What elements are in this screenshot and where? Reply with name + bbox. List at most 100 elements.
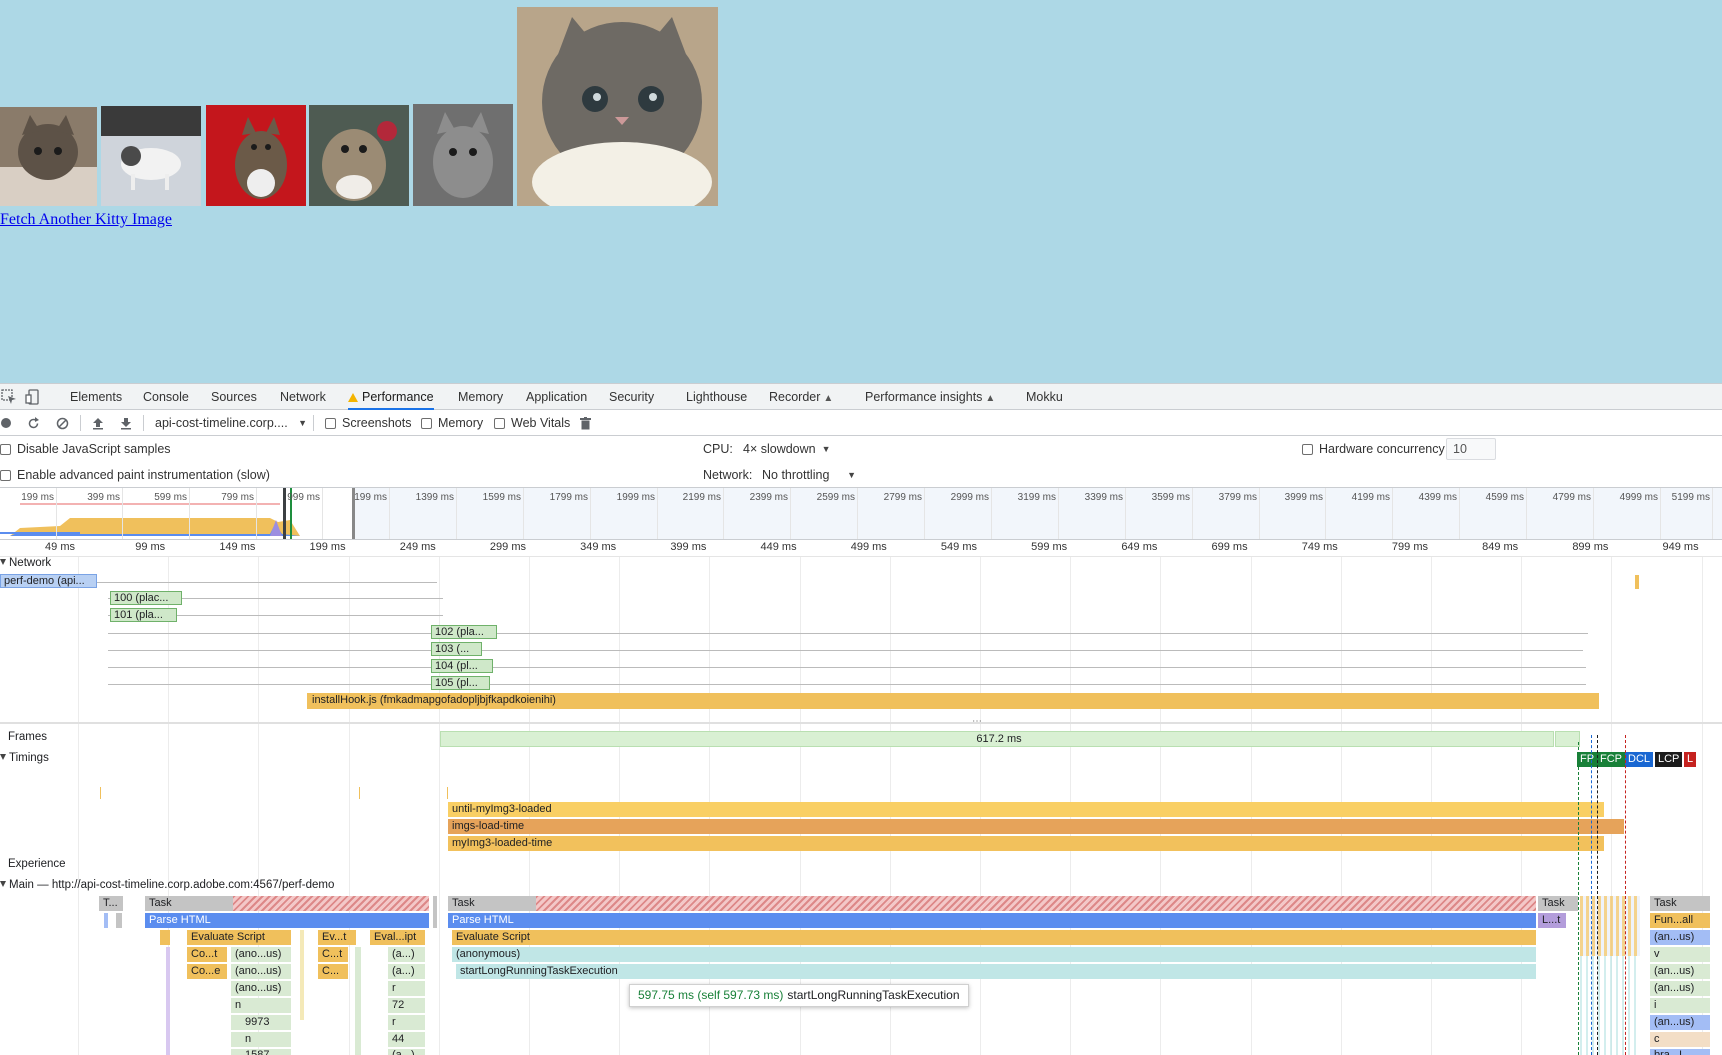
fp-marker[interactable]: FP (1577, 752, 1598, 767)
flame-anonymous[interactable]: (an...us) (1650, 981, 1710, 996)
flame-function[interactable]: c (1650, 1032, 1710, 1047)
flame-parse-html[interactable]: Parse HTML (145, 913, 429, 928)
network-request-102[interactable]: 102 (pla... (431, 625, 497, 639)
flame-function[interactable]: r (388, 1015, 425, 1030)
flame-evaluate-script[interactable]: Ev...t (318, 930, 356, 945)
network-request-104[interactable]: 104 (pl... (431, 659, 493, 673)
measure-until-myimg3-loaded[interactable]: until-myImg3-loaded (448, 802, 1604, 817)
save-profile-button[interactable] (120, 410, 132, 436)
flame-layout[interactable]: L...t (1538, 913, 1566, 928)
flame-compile[interactable]: C... (318, 964, 348, 979)
clear-button[interactable] (56, 410, 69, 436)
tab-elements[interactable]: Elements (70, 384, 122, 410)
tab-memory[interactable]: Memory (458, 384, 503, 410)
measure-myimg3-loaded-time[interactable]: myImg3-loaded-time (448, 836, 1604, 851)
web-vitals-checkbox[interactable]: Web Vitals (494, 410, 570, 436)
flame-compile[interactable]: Co...t (187, 947, 227, 962)
recording-select[interactable]: api-cost-timeline.corp.... ▼ (155, 410, 307, 436)
cpu-throttle-select[interactable]: 4× slowdown ▼ (743, 436, 831, 462)
main-track-header[interactable]: Main — http://api-cost-timeline.corp.ado… (0, 879, 334, 891)
load-marker[interactable]: L (1684, 752, 1697, 767)
flame-function[interactable]: n (231, 1032, 291, 1047)
flame-function[interactable]: 72 (388, 998, 425, 1013)
more-handle-icon[interactable]: ⋯ (972, 716, 982, 727)
flame-function[interactable]: 44 (388, 1032, 425, 1047)
timeline-overview[interactable]: 199 ms 399 ms 599 ms 799 ms 999 ms 199 ms 1399… (0, 488, 1722, 540)
record-button[interactable] (0, 410, 12, 436)
flame-anonymous[interactable]: (a...) (388, 1049, 425, 1055)
track-splitter[interactable] (0, 722, 1722, 724)
network-request-installhook[interactable]: installHook.js (fmkadmapgofadopljbjfkapd… (307, 693, 1599, 709)
hardware-concurrency-checkbox[interactable]: Hardware concurrency (1302, 436, 1445, 462)
tab-mokku[interactable]: Mokku (1026, 384, 1063, 410)
network-request-101[interactable]: 101 (pla... (110, 608, 177, 622)
tab-performance-insights[interactable]: Performance insights ▲ (865, 384, 995, 410)
flame-function[interactable]: 1587 (231, 1049, 291, 1055)
flame-function-call[interactable]: Fun...all (1650, 913, 1710, 928)
dcl-marker[interactable]: DCL (1625, 752, 1654, 767)
flame-function[interactable]: 9973 (231, 1015, 291, 1030)
network-throttle-select[interactable]: No throttling ▼ (762, 462, 856, 488)
flame-compile[interactable]: Co...e (187, 964, 227, 979)
flame-task[interactable]: Task (145, 896, 233, 911)
measure-imgs-load-time[interactable]: imgs-load-time (448, 819, 1624, 834)
flame-task-long-overhang[interactable] (233, 896, 429, 911)
tab-console[interactable]: Console (143, 384, 189, 410)
flame-anonymous[interactable]: (an...us) (1650, 964, 1710, 979)
flame-parse-html[interactable]: Parse HTML (448, 913, 1536, 928)
network-request-105[interactable]: 105 (pl... (431, 676, 490, 690)
memory-checkbox[interactable]: Memory (421, 410, 483, 436)
flame-evaluate-script[interactable]: Eval...ipt (370, 930, 425, 945)
disable-js-samples-checkbox[interactable]: Disable JavaScript samples (0, 436, 171, 462)
flame-anonymous[interactable]: (an...us) (1650, 1015, 1710, 1030)
inspect-element-icon[interactable] (1, 389, 17, 405)
ruler-grid-line (78, 557, 79, 1055)
flame-function[interactable]: i (1650, 998, 1710, 1013)
flame-anonymous[interactable]: (ano...us) (231, 947, 291, 962)
lcp-marker[interactable]: LCP (1655, 752, 1683, 767)
flame-anonymous[interactable]: (ano...us) (231, 981, 291, 996)
flame-anonymous[interactable]: (an...us) (1650, 930, 1710, 945)
device-toolbar-icon[interactable] (25, 389, 41, 405)
flame-start-long-running-task[interactable]: startLongRunningTaskExecution (456, 964, 1536, 979)
hardware-concurrency-input[interactable]: 10 (1446, 438, 1496, 460)
reload-record-button[interactable] (27, 410, 40, 436)
flame-function[interactable]: v (1650, 947, 1710, 962)
tab-network[interactable]: Network (280, 384, 326, 410)
fcp-marker[interactable]: FCP (1597, 752, 1625, 767)
tab-performance[interactable]: Performance (348, 384, 434, 410)
flame-evaluate-script[interactable]: Evaluate Script (187, 930, 291, 945)
flame-evaluate-script[interactable]: Evaluate Script (452, 930, 1536, 945)
flame-task-long-overhang[interactable] (536, 896, 1536, 911)
advanced-paint-checkbox[interactable]: Enable advanced paint instrumentation (s… (0, 462, 270, 488)
flame-task[interactable]: Task (448, 896, 536, 911)
tab-application[interactable]: Application (526, 384, 587, 410)
tab-sources[interactable]: Sources (211, 384, 257, 410)
network-request-perf-demo[interactable]: perf-demo (api... (0, 574, 97, 588)
timings-track-header[interactable]: Timings (0, 752, 49, 764)
network-request-103[interactable]: 103 (... (431, 642, 482, 656)
tab-recorder[interactable]: Recorder ▲ (769, 384, 833, 410)
flame-task[interactable]: Task (1538, 896, 1578, 911)
tab-lighthouse[interactable]: Lighthouse (686, 384, 747, 410)
flame-function[interactable]: bra...L (1650, 1049, 1710, 1055)
flame-anonymous[interactable]: (anonymous) (452, 947, 1536, 962)
flame-task[interactable]: T... (99, 896, 123, 911)
flame-evaluate-script[interactable] (160, 930, 170, 945)
garbage-collect-button[interactable] (580, 410, 591, 436)
flame-compile[interactable]: C...t (318, 947, 348, 962)
screenshots-checkbox[interactable]: Screenshots (325, 410, 411, 436)
flame-anonymous[interactable]: (a...) (388, 947, 425, 962)
load-profile-button[interactable] (92, 410, 104, 436)
tab-security[interactable]: Security (609, 384, 654, 410)
flame-anonymous[interactable]: (a...) (388, 964, 425, 979)
network-track-header[interactable]: Network (0, 557, 51, 569)
network-request-100[interactable]: 100 (plac... (110, 591, 182, 605)
flame-function[interactable]: r (388, 981, 425, 996)
flame-task[interactable]: Task (1650, 896, 1710, 911)
fetch-kitty-link[interactable]: Fetch Another Kitty Image (0, 211, 172, 229)
flame-anonymous[interactable]: (ano...us) (231, 964, 291, 979)
frame-bar-small[interactable] (1555, 731, 1580, 747)
frame-bar[interactable]: 617.2 ms (440, 731, 1554, 747)
flame-function[interactable]: n (231, 998, 291, 1013)
